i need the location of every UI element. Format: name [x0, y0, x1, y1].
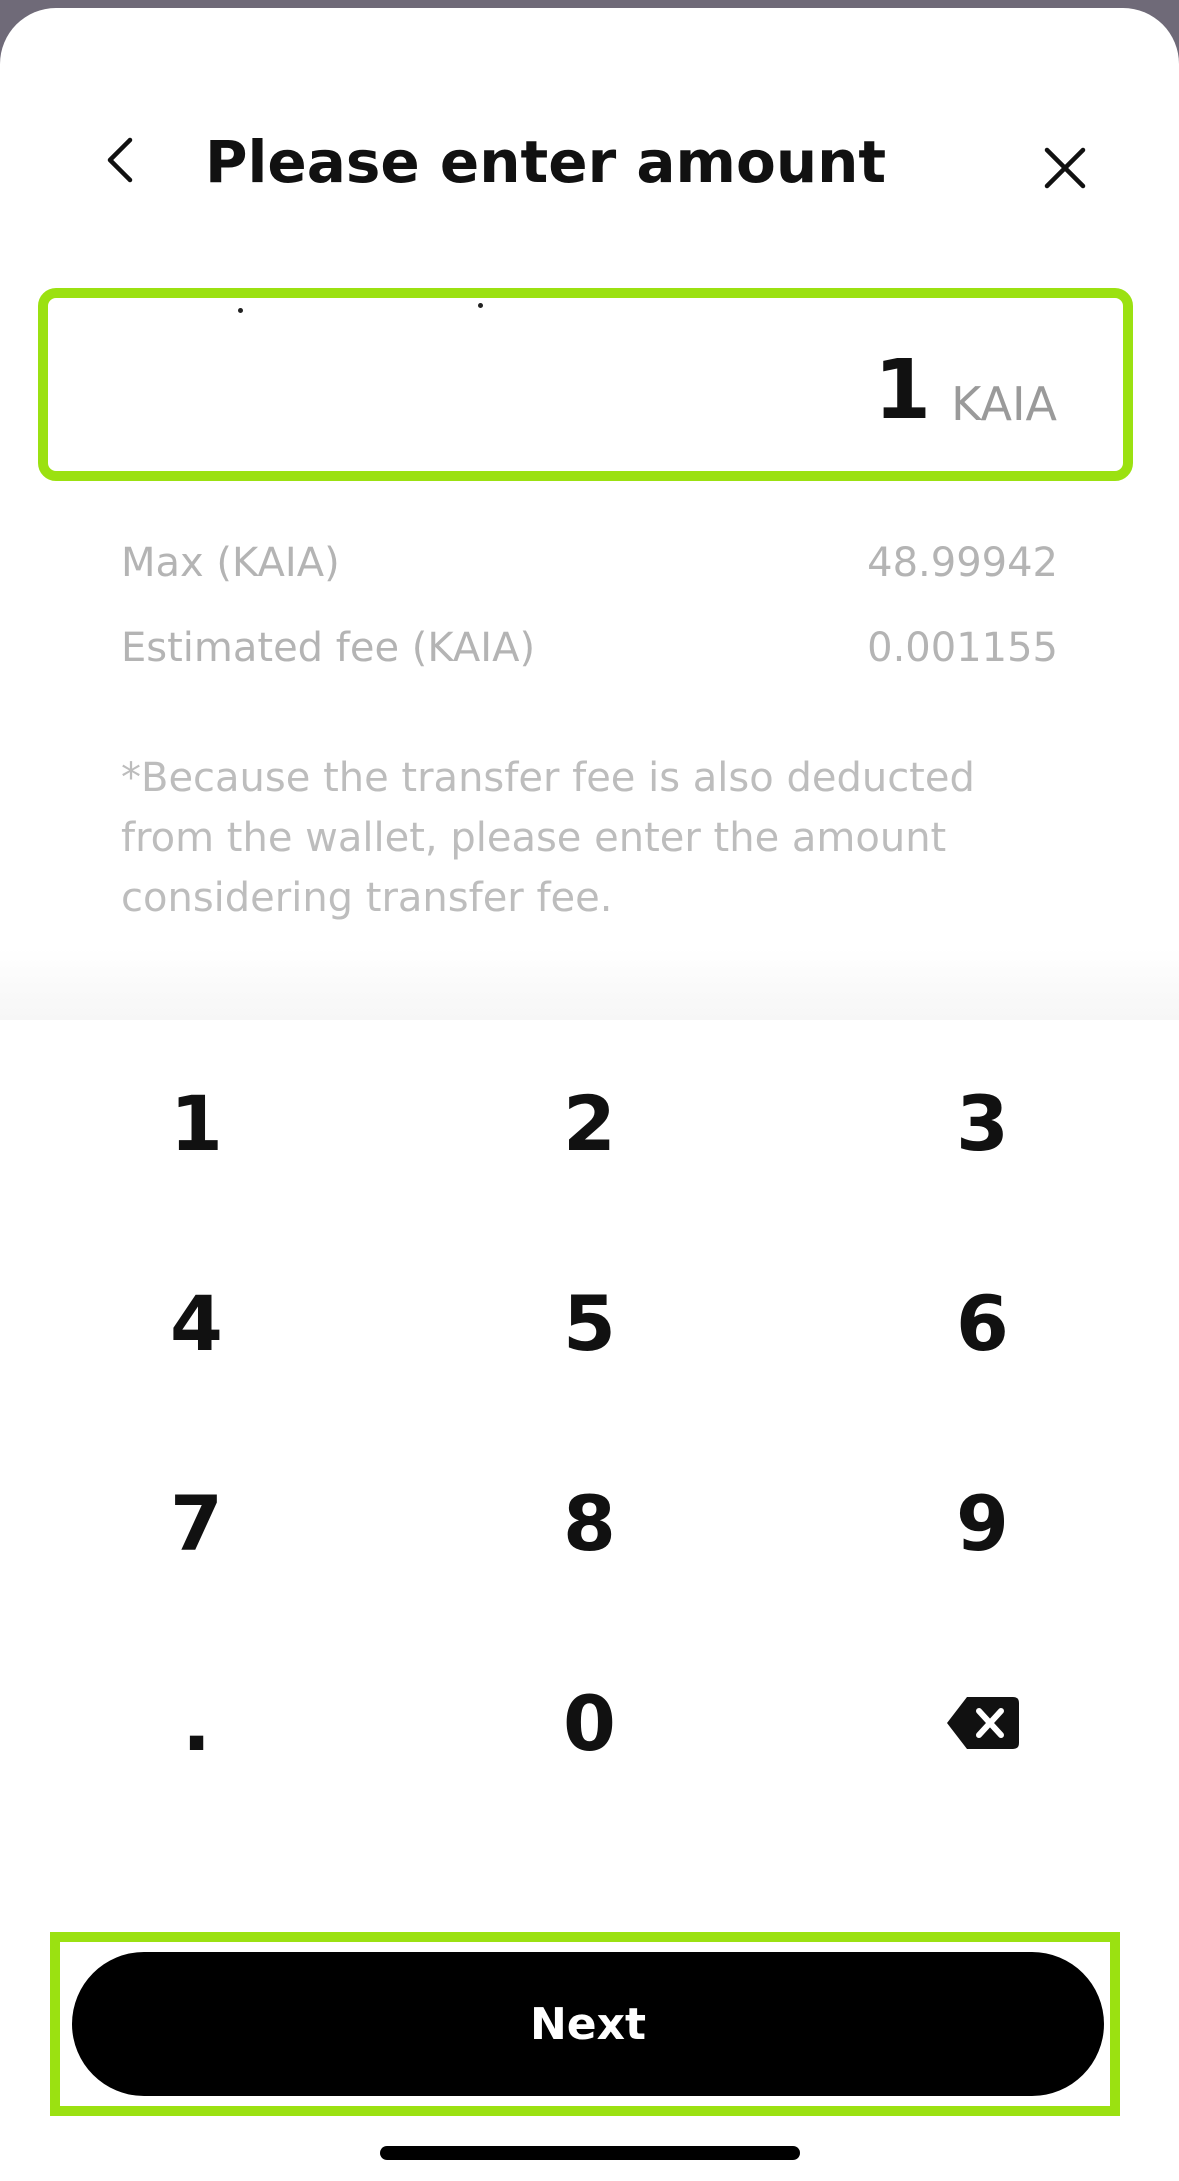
key-3[interactable]: 3: [786, 1023, 1179, 1223]
header: Please enter amount: [0, 8, 1179, 208]
max-value[interactable]: 48.99942: [867, 540, 1058, 586]
back-button[interactable]: [90, 130, 150, 190]
backspace-button[interactable]: [786, 1623, 1179, 1823]
numeric-keypad: 1 2 3 4 5 6 7 8 9 . 0: [0, 1023, 1179, 1823]
key-4[interactable]: 4: [0, 1223, 393, 1423]
amount-sheet: Please enter amount 1 KAIA Max (KAIA) 48…: [0, 8, 1179, 2181]
amount-value: 1: [873, 343, 931, 438]
key-8[interactable]: 8: [393, 1423, 786, 1623]
divider-fade: [0, 948, 1179, 1020]
close-button[interactable]: [1035, 138, 1095, 198]
key-5[interactable]: 5: [393, 1223, 786, 1423]
key-7[interactable]: 7: [0, 1423, 393, 1623]
amount-input[interactable]: 1 KAIA: [38, 288, 1133, 481]
key-2[interactable]: 2: [393, 1023, 786, 1223]
key-9[interactable]: 9: [786, 1423, 1179, 1623]
backspace-icon: [946, 1697, 1019, 1749]
close-icon: [1044, 147, 1086, 189]
amount-unit: KAIA: [951, 377, 1057, 431]
cursor-dot: [478, 303, 483, 308]
key-decimal[interactable]: .: [0, 1623, 393, 1823]
key-0[interactable]: 0: [393, 1623, 786, 1823]
chevron-left-icon: [107, 137, 133, 183]
cursor-dot: [238, 308, 243, 313]
next-button[interactable]: Next: [72, 1952, 1104, 2096]
max-row: Max (KAIA) 48.99942: [121, 535, 1058, 591]
key-6[interactable]: 6: [786, 1223, 1179, 1423]
fee-note: *Because the transfer fee is also deduct…: [121, 755, 975, 921]
home-indicator: [380, 2146, 800, 2160]
max-label: Max (KAIA): [121, 540, 340, 586]
fee-value: 0.001155: [867, 625, 1058, 671]
page-title: Please enter amount: [205, 128, 887, 196]
fee-label: Estimated fee (KAIA): [121, 625, 536, 671]
fee-row: Estimated fee (KAIA) 0.001155: [121, 620, 1058, 676]
key-1[interactable]: 1: [0, 1023, 393, 1223]
